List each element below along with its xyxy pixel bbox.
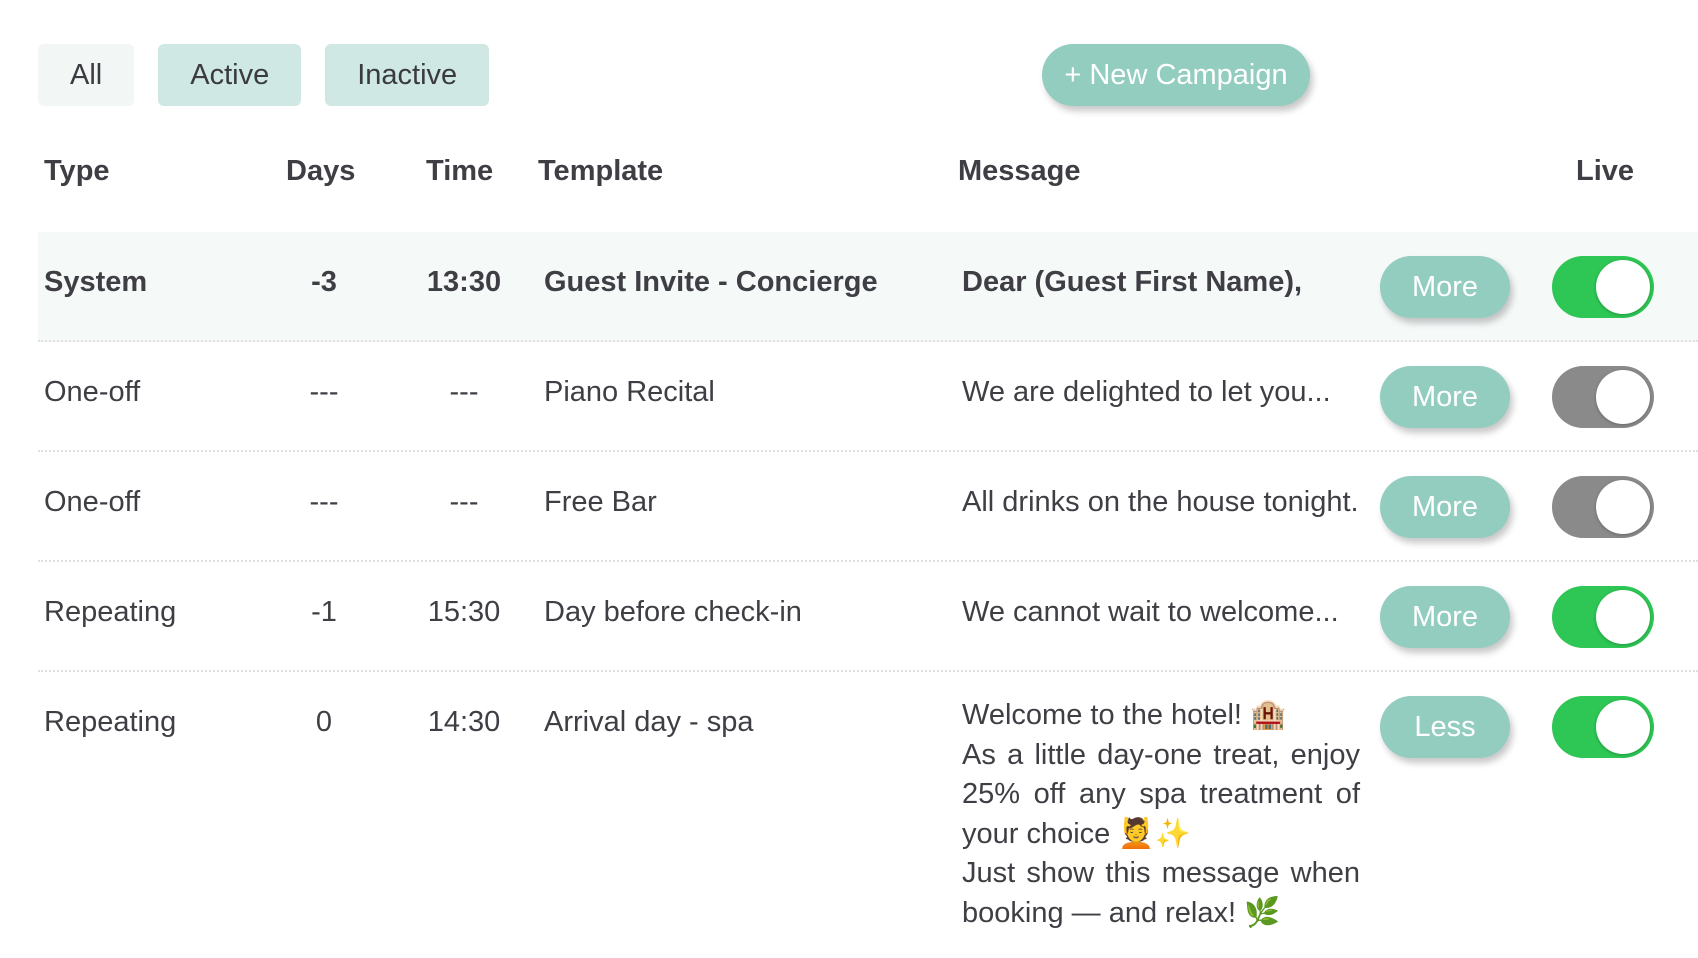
more-button[interactable]: More [1380, 256, 1510, 318]
more-button[interactable]: More [1380, 476, 1510, 538]
row-time: 14:30 [427, 706, 501, 738]
message-line: As a little day-one treat, enjoy 25% off… [962, 738, 1360, 850]
row-type: Repeating [44, 706, 177, 738]
live-toggle[interactable] [1552, 366, 1654, 428]
row-template: Guest Invite - Concierge [544, 266, 878, 298]
live-toggle[interactable] [1552, 696, 1654, 758]
less-button[interactable]: Less [1380, 696, 1510, 758]
row-days: -3 [311, 266, 337, 298]
row-days: -1 [311, 596, 337, 628]
toggle-knob [1596, 590, 1650, 644]
row-template: Free Bar [544, 486, 657, 518]
live-toggle[interactable] [1552, 256, 1654, 318]
column-header-live: Live [1576, 155, 1635, 187]
row-type: One-off [44, 486, 141, 518]
row-template: Arrival day - spa [544, 706, 754, 738]
table-row: System -3 13:30 Guest Invite - Concierge… [38, 232, 1698, 342]
table-row-expanded: Repeating 0 14:30 Arrival day - spa Welc… [38, 672, 1698, 958]
live-toggle[interactable] [1552, 476, 1654, 538]
table-row: One-off --- --- Piano Recital We are del… [38, 342, 1698, 452]
row-message: We are delighted to let you... [962, 376, 1331, 408]
row-time: 15:30 [427, 596, 501, 628]
more-button[interactable]: More [1380, 586, 1510, 648]
row-days: --- [309, 376, 339, 408]
message-line: Welcome to the hotel! 🏨 [962, 699, 1287, 731]
row-time: --- [449, 486, 479, 518]
toggle-knob [1596, 370, 1650, 424]
filter-all-button[interactable]: All [38, 44, 135, 106]
row-message: We cannot wait to welcome... [962, 596, 1339, 628]
row-template: Piano Recital [544, 376, 715, 408]
more-button[interactable]: More [1380, 366, 1510, 428]
row-message: All drinks on the house tonight. [962, 486, 1359, 518]
row-time: --- [449, 376, 479, 408]
column-header-time: Time [426, 155, 494, 187]
toggle-knob [1596, 700, 1650, 754]
table-row: Repeating -1 15:30 Day before check-in W… [38, 562, 1698, 672]
row-days: 0 [315, 706, 333, 738]
filter-inactive-button[interactable]: Inactive [325, 44, 490, 106]
row-message-expanded: Welcome to the hotel! 🏨 As a little day-… [962, 696, 1360, 933]
column-header-template: Template [538, 155, 664, 187]
column-header-message: Message [958, 155, 1081, 187]
table-row: One-off --- --- Free Bar All drinks on t… [38, 452, 1698, 562]
row-type: Repeating [44, 596, 177, 628]
row-template: Day before check-in [544, 596, 802, 628]
toggle-knob [1596, 480, 1650, 534]
live-toggle[interactable] [1552, 586, 1654, 648]
toggle-knob [1596, 260, 1650, 314]
filter-active-button[interactable]: Active [158, 44, 302, 106]
new-campaign-button[interactable]: + New Campaign [1042, 44, 1310, 106]
row-message: Dear (Guest First Name), [962, 266, 1303, 298]
row-type: One-off [44, 376, 141, 408]
row-type: System [44, 266, 148, 298]
row-time: 13:30 [426, 266, 502, 298]
column-header-days: Days [286, 155, 356, 187]
column-header-type: Type [44, 155, 110, 187]
message-line: Just show this message when booking — an… [962, 857, 1360, 929]
row-days: --- [309, 486, 339, 518]
filter-tabs: All Active Inactive [38, 44, 490, 106]
